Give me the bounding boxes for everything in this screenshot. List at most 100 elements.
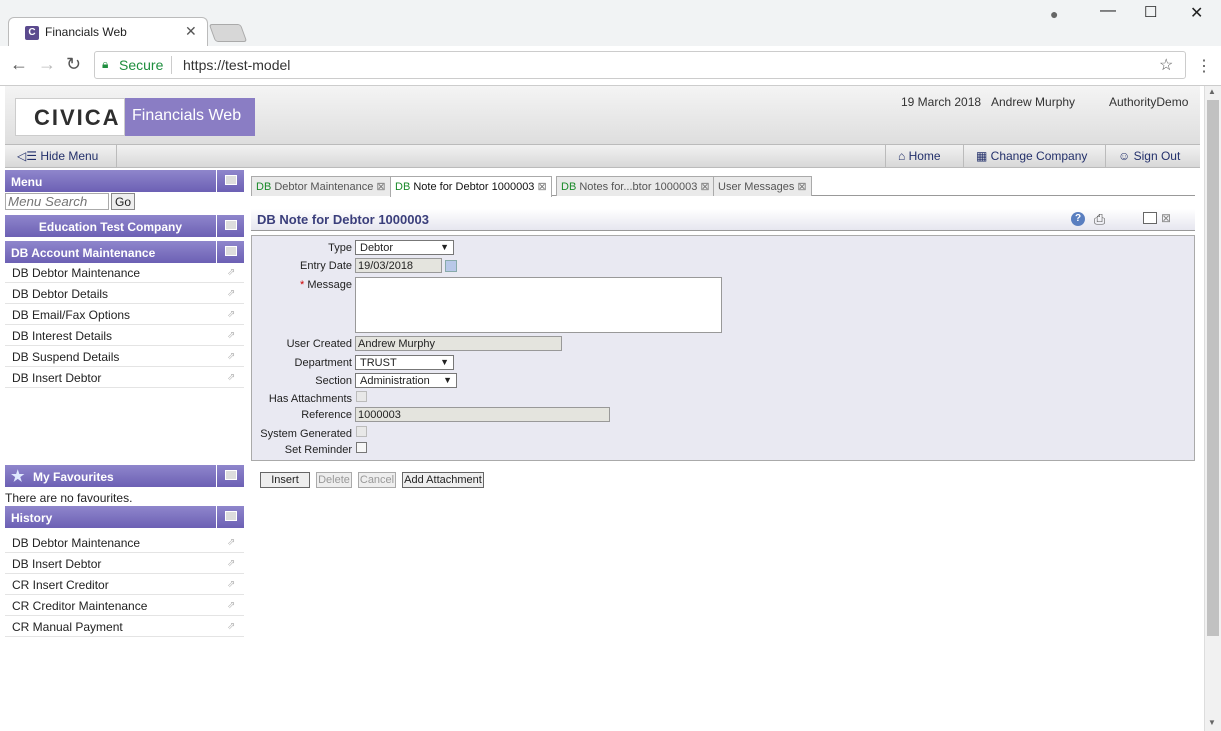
history-item[interactable]: CR Insert Creditor ⇗ bbox=[5, 574, 244, 595]
forward-icon[interactable]: → bbox=[38, 54, 56, 75]
app-header: CIVICA Financials Web 19 March 2018 Andr… bbox=[5, 86, 1200, 144]
sign-out-button[interactable]: ☺ Sign Out bbox=[1105, 145, 1200, 167]
external-link-icon[interactable]: ⇗ bbox=[227, 372, 235, 383]
favourites-toggle[interactable] bbox=[216, 465, 244, 487]
go-button[interactable]: Go bbox=[111, 193, 135, 210]
secure-label: Secure bbox=[119, 57, 164, 73]
external-link-icon[interactable]: ⇗ bbox=[227, 537, 235, 548]
window-icon bbox=[225, 220, 237, 230]
section-toggle[interactable] bbox=[216, 241, 244, 263]
menu-item[interactable]: DB Interest Details ⇗ bbox=[5, 325, 244, 346]
page-scrollbar[interactable]: ▲ ▼ bbox=[1204, 86, 1221, 731]
close-icon[interactable]: ⊠ bbox=[376, 181, 385, 193]
scroll-thumb[interactable] bbox=[1207, 100, 1219, 636]
url-text[interactable]: https://test-model bbox=[183, 57, 290, 73]
menu-search-input[interactable] bbox=[5, 193, 109, 210]
menu-item-label: DB Debtor Maintenance bbox=[12, 266, 141, 280]
back-icon[interactable]: ← bbox=[10, 54, 28, 75]
external-link-icon[interactable]: ⇗ bbox=[227, 579, 235, 590]
tab-debtor-maintenance[interactable]: DB Debtor Maintenance ⊠ bbox=[251, 176, 391, 196]
calendar-icon[interactable] bbox=[445, 260, 457, 272]
history-item[interactable]: DB Insert Debtor ⇗ bbox=[5, 553, 244, 574]
history-title: History bbox=[11, 511, 53, 525]
scroll-up-icon[interactable]: ▲ bbox=[1208, 87, 1216, 96]
tab-user-messages[interactable]: User Messages ⊠ bbox=[713, 176, 812, 196]
menu-title: Menu bbox=[11, 175, 43, 189]
delete-button[interactable]: Delete bbox=[316, 472, 352, 488]
external-link-icon[interactable]: ⇗ bbox=[227, 600, 235, 611]
profile-icon[interactable]: ● bbox=[1050, 6, 1058, 22]
hide-menu-button[interactable]: ◁☰ Hide Menu bbox=[5, 145, 117, 167]
close-icon[interactable]: ⊠ bbox=[700, 181, 709, 193]
tab-note-for-debtor[interactable]: DB Note for Debtor 1000003 ⊠ bbox=[390, 176, 552, 197]
scroll-down-icon[interactable]: ▼ bbox=[1208, 718, 1216, 727]
app-name: Financials Web bbox=[132, 107, 242, 124]
tab-label: Note for Debtor 1000003 bbox=[413, 181, 535, 193]
reference-field: 1000003 bbox=[355, 407, 610, 422]
add-attachment-button[interactable]: Add Attachment bbox=[402, 472, 484, 488]
reload-icon[interactable]: ↻ bbox=[66, 54, 81, 75]
external-link-icon[interactable]: ⇗ bbox=[227, 621, 235, 632]
type-value: Debtor bbox=[360, 242, 394, 254]
home-label: Home bbox=[908, 149, 941, 163]
external-link-icon[interactable]: ⇗ bbox=[227, 351, 235, 362]
section-header[interactable]: DB Account Maintenance bbox=[5, 241, 244, 263]
close-icon[interactable]: ⊠ bbox=[797, 181, 806, 193]
minimize-button[interactable]: — bbox=[1100, 2, 1116, 20]
set-reminder-checkbox[interactable] bbox=[356, 442, 367, 453]
menu-panel-toggle[interactable] bbox=[216, 170, 244, 192]
menu-item[interactable]: DB Debtor Details ⇗ bbox=[5, 283, 244, 304]
header-user: Andrew Murphy bbox=[991, 95, 1076, 109]
company-toggle-btn[interactable] bbox=[216, 215, 244, 237]
external-link-icon[interactable]: ⇗ bbox=[227, 309, 235, 320]
nav-bar: ◁☰ Hide Menu ⌂ Home ▦ Change Company ☺ S… bbox=[5, 144, 1200, 168]
entry-date-field[interactable]: 19/03/2018 bbox=[355, 258, 442, 273]
browser-menu-icon[interactable]: ⋮ bbox=[1196, 56, 1212, 76]
external-link-icon[interactable]: ⇗ bbox=[227, 330, 235, 341]
type-select[interactable]: Debtor ▼ bbox=[355, 240, 454, 255]
popout-icon[interactable] bbox=[1143, 212, 1157, 224]
print-icon[interactable]: ⎙ bbox=[1094, 211, 1105, 228]
history-item-label: CR Manual Payment bbox=[12, 620, 123, 634]
close-icon[interactable]: ⊠ bbox=[1161, 211, 1171, 225]
new-tab-button[interactable] bbox=[208, 24, 248, 42]
change-company-button[interactable]: ▦ Change Company bbox=[963, 145, 1105, 167]
close-tab-icon[interactable]: ✕ bbox=[185, 23, 197, 40]
external-link-icon[interactable]: ⇗ bbox=[227, 267, 235, 278]
tab-prefix: DB bbox=[256, 181, 272, 193]
tab-notes-for-debtor[interactable]: DB Notes for...btor 1000003 ⊠ bbox=[556, 176, 715, 196]
history-item[interactable]: CR Creditor Maintenance ⇗ bbox=[5, 595, 244, 616]
window-icon bbox=[225, 511, 237, 521]
home-button[interactable]: ⌂ Home bbox=[885, 145, 963, 167]
message-textarea[interactable] bbox=[355, 277, 722, 333]
department-select[interactable]: TRUST ▼ bbox=[355, 355, 454, 370]
history-item[interactable]: DB Debtor Maintenance ⇗ bbox=[5, 532, 244, 553]
department-value: TRUST bbox=[360, 357, 397, 369]
section-select[interactable]: Administration ▼ bbox=[355, 373, 457, 388]
cancel-button[interactable]: Cancel bbox=[358, 472, 396, 488]
insert-button[interactable]: Insert bbox=[260, 472, 310, 488]
menu-panel-header: Menu bbox=[5, 170, 244, 192]
menu-item[interactable]: DB Insert Debtor ⇗ bbox=[5, 367, 244, 388]
menu-item[interactable]: DB Suspend Details ⇗ bbox=[5, 346, 244, 367]
history-item[interactable]: CR Manual Payment ⇗ bbox=[5, 616, 244, 637]
form-title: DB Note for Debtor 1000003 bbox=[257, 212, 429, 227]
close-window-button[interactable]: ✕ bbox=[1190, 3, 1203, 23]
department-label: Department bbox=[294, 357, 352, 369]
browser-tab[interactable]: C Financials Web ✕ bbox=[8, 17, 208, 47]
change-company-label: Change Company bbox=[990, 149, 1088, 163]
address-bar[interactable]: 🔒︎ Secure https://test-model ☆ bbox=[94, 51, 1186, 79]
history-item-label: CR Insert Creditor bbox=[12, 578, 109, 592]
close-icon[interactable]: ⊠ bbox=[537, 181, 546, 193]
menu-item[interactable]: DB Debtor Maintenance ⇗ bbox=[5, 262, 244, 283]
help-icon[interactable]: ? bbox=[1071, 212, 1085, 226]
bookmark-star-icon[interactable]: ☆ bbox=[1159, 55, 1173, 75]
company-panel-toggle[interactable] bbox=[216, 215, 244, 237]
external-link-icon[interactable]: ⇗ bbox=[227, 558, 235, 569]
user-created-field: Andrew Murphy bbox=[355, 336, 562, 351]
external-link-icon[interactable]: ⇗ bbox=[227, 288, 235, 299]
user-created-label: User Created bbox=[286, 338, 352, 350]
history-toggle[interactable] bbox=[216, 506, 244, 528]
maximize-button[interactable]: ☐ bbox=[1144, 3, 1157, 21]
menu-item[interactable]: DB Email/Fax Options ⇗ bbox=[5, 304, 244, 325]
